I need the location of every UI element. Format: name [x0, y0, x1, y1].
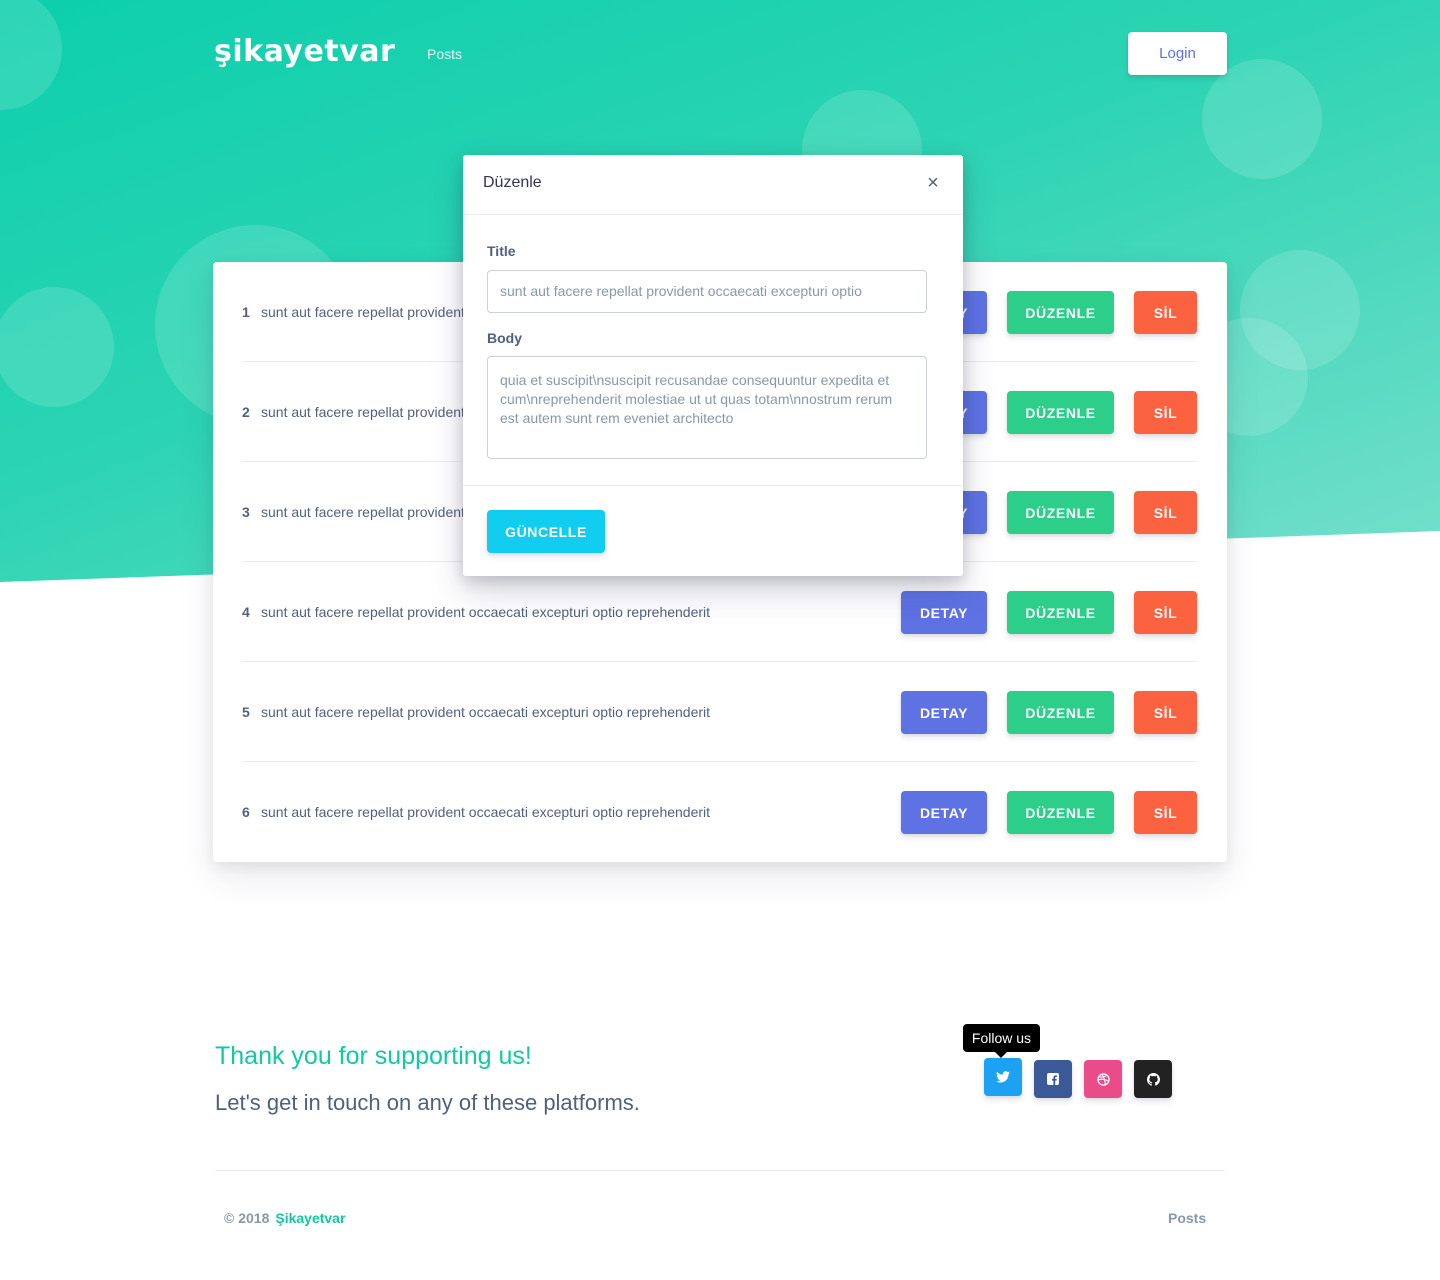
table-row: 6 sunt aut facere repellat provident occ…	[242, 762, 1197, 862]
footer-brand-link[interactable]: Şikayetvar	[275, 1210, 345, 1226]
edit-button[interactable]: DÜZENLE	[1007, 291, 1114, 334]
nav-link-posts[interactable]: Posts	[427, 46, 462, 62]
delete-button[interactable]: SİL	[1134, 591, 1197, 634]
update-button[interactable]: GÜNCELLE	[487, 510, 605, 553]
thanks-heading: Thank you for supporting us!	[215, 1042, 532, 1070]
delete-button[interactable]: SİL	[1134, 791, 1197, 834]
post-id: 6	[242, 804, 250, 820]
edit-modal: Düzenle × Title sunt aut facere repellat…	[463, 155, 963, 576]
table-row: 5 sunt aut facere repellat provident occ…	[242, 662, 1197, 762]
detail-button[interactable]: DETAY	[901, 591, 987, 634]
post-id: 5	[242, 704, 250, 720]
edit-button[interactable]: DÜZENLE	[1007, 791, 1114, 834]
post-title: sunt aut facere repellat provident occae…	[261, 704, 711, 720]
delete-button[interactable]: SİL	[1134, 491, 1197, 534]
modal-title: Düzenle	[483, 174, 542, 191]
edit-button[interactable]: DÜZENLE	[1007, 691, 1114, 734]
facebook-icon	[1047, 1073, 1059, 1085]
post-title: sunt aut facere repellat provident occae…	[261, 604, 711, 620]
login-button[interactable]: Login	[1128, 32, 1227, 75]
close-icon[interactable]: ×	[923, 171, 943, 195]
modal-divider	[463, 485, 963, 486]
edit-button[interactable]: DÜZENLE	[1007, 391, 1114, 434]
brand-logo[interactable]: şikayetvar	[214, 34, 395, 69]
detail-button[interactable]: DETAY	[901, 691, 987, 734]
post-id: 2	[242, 404, 250, 420]
footer-link-posts[interactable]: Posts	[1168, 1210, 1206, 1226]
edit-button[interactable]: DÜZENLE	[1007, 591, 1114, 634]
decorative-circle	[0, 287, 114, 407]
follow-tooltip: Follow us	[963, 1024, 1040, 1058]
decorative-circle	[0, 0, 62, 110]
body-textarea[interactable]: quia et suscipit\nsuscipit recusandae co…	[487, 356, 927, 459]
twitter-button[interactable]	[984, 1058, 1022, 1096]
dribbble-icon	[1096, 1072, 1110, 1086]
copyright: © 2018 Şikayetvar	[224, 1210, 345, 1226]
edit-button[interactable]: DÜZENLE	[1007, 491, 1114, 534]
post-id: 3	[242, 504, 250, 520]
body-label: Body	[487, 330, 522, 346]
post-id: 4	[242, 604, 250, 620]
table-row: 4 sunt aut facere repellat provident occ…	[242, 562, 1197, 662]
touch-subheading: Let's get in touch on any of these platf…	[215, 1090, 640, 1115]
facebook-button[interactable]	[1034, 1060, 1072, 1098]
post-title: sunt aut facere repellat provident occae…	[261, 804, 711, 820]
copyright-text: © 2018	[224, 1210, 270, 1226]
delete-button[interactable]: SİL	[1134, 691, 1197, 734]
post-id: 1	[242, 304, 250, 320]
twitter-icon	[996, 1071, 1010, 1083]
dribbble-button[interactable]	[1084, 1060, 1122, 1098]
github-button[interactable]	[1134, 1060, 1172, 1098]
title-input[interactable]: sunt aut facere repellat provident occae…	[487, 270, 927, 313]
modal-header: Düzenle ×	[463, 155, 963, 215]
title-label: Title	[487, 243, 516, 259]
delete-button[interactable]: SİL	[1134, 291, 1197, 334]
footer-divider	[215, 1170, 1225, 1171]
github-icon	[1146, 1072, 1160, 1086]
detail-button[interactable]: DETAY	[901, 791, 987, 834]
decorative-circle	[1202, 59, 1322, 179]
delete-button[interactable]: SİL	[1134, 391, 1197, 434]
